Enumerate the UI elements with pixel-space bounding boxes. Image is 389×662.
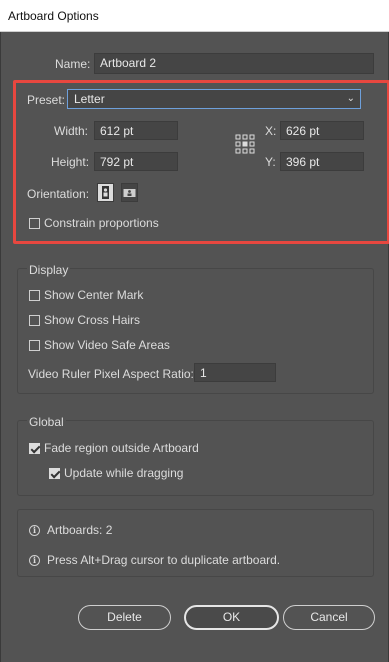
portrait-icon <box>102 186 109 199</box>
show-cross-hairs-label: Show Cross Hairs <box>44 313 141 327</box>
chevron-down-icon: ⌄ <box>346 93 355 104</box>
artboards-count: Artboards: 2 <box>47 523 113 537</box>
show-cross-hairs-checkbox[interactable] <box>29 315 40 326</box>
show-center-mark-label: Show Center Mark <box>44 288 144 302</box>
constrain-label: Constrain proportions <box>44 216 159 230</box>
x-value: 626 pt <box>286 124 320 138</box>
dialog-body: Name: Artboard 2 Preset: Letter ⌄ Width:… <box>0 32 389 662</box>
width-value: 612 pt <box>100 124 134 138</box>
update-dragging-label: Update while dragging <box>64 466 184 480</box>
pixel-ratio-label: Video Ruler Pixel Aspect Ratio: <box>28 367 194 381</box>
height-value: 792 pt <box>100 155 134 169</box>
cancel-button[interactable]: Cancel <box>283 605 375 630</box>
width-label: Width: <box>54 124 89 138</box>
ok-button[interactable]: OK <box>184 605 279 630</box>
x-field[interactable]: 626 pt <box>280 121 364 140</box>
landscape-icon <box>123 189 136 197</box>
duplicate-hint: Press Alt+Drag cursor to duplicate artbo… <box>47 553 281 567</box>
update-dragging-checkbox[interactable] <box>49 468 60 479</box>
delete-button[interactable]: Delete <box>78 605 171 630</box>
display-title: Display <box>27 263 71 277</box>
info-icon: i <box>29 525 40 536</box>
landscape-button[interactable] <box>121 183 138 202</box>
name-value: Artboard 2 <box>100 56 157 70</box>
x-label: X: <box>265 124 277 138</box>
reference-point-icon[interactable] <box>235 134 255 154</box>
fade-region-label: Fade region outside Artboard <box>44 441 199 455</box>
orientation-label: Orientation: <box>27 187 90 201</box>
info-icon: i <box>29 555 40 566</box>
show-video-safe-checkbox[interactable] <box>29 340 40 351</box>
y-field[interactable]: 396 pt <box>280 152 364 171</box>
pixel-ratio-field[interactable]: 1 <box>194 363 276 382</box>
name-label: Name: <box>55 57 91 71</box>
fade-region-checkbox[interactable] <box>29 443 40 454</box>
window-title: Artboard Options <box>8 9 99 23</box>
portrait-button[interactable] <box>97 183 114 202</box>
height-field[interactable]: 792 pt <box>94 152 178 171</box>
preset-label: Preset: <box>27 93 66 107</box>
preset-select[interactable]: Letter ⌄ <box>67 89 361 109</box>
global-group <box>17 420 374 496</box>
y-value: 396 pt <box>286 155 320 169</box>
global-title: Global <box>27 415 66 429</box>
constrain-checkbox[interactable] <box>29 218 40 229</box>
pixel-ratio-value: 1 <box>200 366 207 380</box>
show-center-mark-checkbox[interactable] <box>29 290 40 301</box>
title-bar: Artboard Options <box>0 0 389 32</box>
show-video-safe-label: Show Video Safe Areas <box>44 338 170 352</box>
name-field[interactable]: Artboard 2 <box>94 53 374 74</box>
y-label: Y: <box>265 155 276 169</box>
width-field[interactable]: 612 pt <box>94 121 178 140</box>
preset-value: Letter <box>74 92 105 106</box>
height-label: Height: <box>51 155 90 169</box>
